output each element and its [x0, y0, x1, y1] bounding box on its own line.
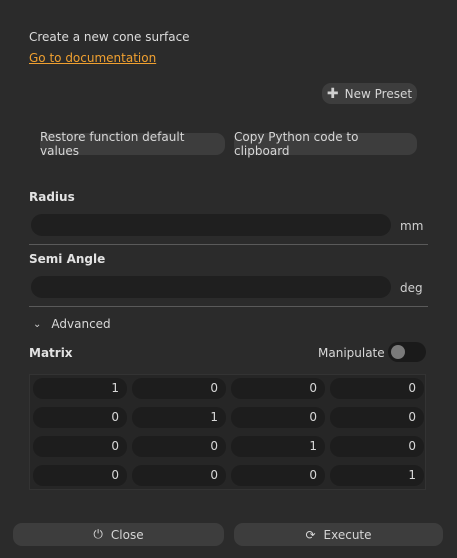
- matrix-cell[interactable]: 0: [231, 407, 325, 428]
- matrix-grid: 1 0 0 0 0 1 0 0 0 0 1 0 0 0 0 1: [29, 374, 426, 490]
- manipulate-toggle[interactable]: [388, 342, 426, 362]
- radius-label: Radius: [29, 190, 75, 204]
- execute-button[interactable]: ⟳ Execute: [234, 523, 443, 546]
- matrix-cell[interactable]: 1: [330, 465, 424, 486]
- advanced-label: Advanced: [51, 317, 111, 331]
- plus-icon: ✚: [326, 85, 339, 102]
- matrix-cell[interactable]: 0: [132, 436, 226, 457]
- matrix-cell[interactable]: 0: [132, 465, 226, 486]
- dialog-description: Create a new cone surface: [29, 30, 190, 44]
- radius-unit: mm: [400, 219, 424, 233]
- advanced-toggle[interactable]: ⌄ Advanced: [33, 317, 111, 331]
- divider: [29, 306, 428, 307]
- execute-label: Execute: [323, 527, 372, 542]
- matrix-label: Matrix: [29, 346, 73, 360]
- matrix-cell[interactable]: 0: [33, 436, 127, 457]
- manipulate-label: Manipulate: [318, 346, 385, 360]
- toggle-knob: [391, 345, 405, 359]
- matrix-cell[interactable]: 0: [330, 407, 424, 428]
- matrix-cell[interactable]: 0: [231, 465, 325, 486]
- matrix-cell[interactable]: 0: [330, 378, 424, 399]
- matrix-cell[interactable]: 1: [33, 378, 127, 399]
- chevron-down-icon: ⌄: [33, 318, 42, 330]
- semi-angle-input[interactable]: [31, 276, 391, 298]
- matrix-cell[interactable]: 0: [33, 465, 127, 486]
- matrix-cell[interactable]: 0: [330, 436, 424, 457]
- new-preset-button[interactable]: ✚ New Preset: [322, 83, 417, 104]
- matrix-cell[interactable]: 1: [231, 436, 325, 457]
- matrix-cell[interactable]: 0: [33, 407, 127, 428]
- restore-defaults-button[interactable]: Restore function default values: [40, 130, 225, 158]
- close-label: Close: [110, 527, 144, 542]
- divider: [29, 244, 428, 245]
- power-icon: ⏻: [93, 527, 103, 541]
- copy-python-button[interactable]: Copy Python code to clipboard: [234, 130, 417, 158]
- semi-angle-unit: deg: [400, 281, 423, 295]
- radius-input[interactable]: [31, 214, 391, 236]
- matrix-cell[interactable]: 0: [231, 378, 325, 399]
- matrix-cell[interactable]: 0: [132, 378, 226, 399]
- refresh-icon: ⟳: [305, 527, 316, 542]
- new-preset-label: New Preset: [344, 86, 413, 101]
- close-button[interactable]: ⏻ Close: [13, 523, 224, 546]
- matrix-cell[interactable]: 1: [132, 407, 226, 428]
- semi-angle-label: Semi Angle: [29, 252, 106, 266]
- documentation-link[interactable]: Go to documentation: [29, 51, 156, 65]
